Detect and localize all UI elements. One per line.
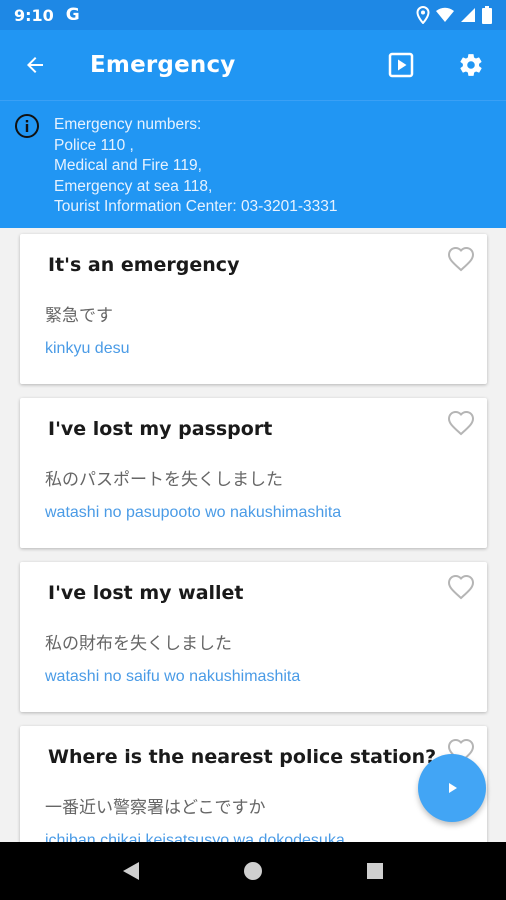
nav-recents-icon xyxy=(367,863,383,879)
heart-icon[interactable] xyxy=(447,574,475,600)
nav-back-button[interactable] xyxy=(111,851,151,891)
location-icon xyxy=(416,6,430,24)
back-button[interactable] xyxy=(0,30,70,100)
phrase-romaji: ichiban chikai keisatsusyo wa dokodesuka xyxy=(45,832,345,842)
info-line: Tourist Information Center: 03-3201-3331 xyxy=(54,198,338,215)
heart-icon[interactable] xyxy=(447,246,475,272)
app-actions xyxy=(366,30,506,100)
info-line: Emergency at sea 118, xyxy=(54,177,213,195)
play-fab-button[interactable] xyxy=(418,754,486,822)
info-line: Police 110 , xyxy=(54,136,134,154)
signal-icon xyxy=(460,7,476,23)
info-line: Emergency numbers: xyxy=(54,116,202,133)
nav-home-button[interactable] xyxy=(233,851,273,891)
phrase-romaji: watashi no saifu wo nakushimashita xyxy=(45,668,301,685)
info-icon xyxy=(15,114,39,138)
play-icon xyxy=(449,783,457,793)
phrase-japanese: 緊急です xyxy=(45,306,113,326)
phrase-list[interactable]: It's an emergency 緊急です kinkyu desu I've … xyxy=(0,228,506,842)
phrase-english: It's an emergency xyxy=(48,254,240,276)
play-box-icon xyxy=(388,52,414,78)
settings-button[interactable] xyxy=(436,30,506,100)
emergency-info-banner: Emergency numbers: Police 110 , Medical … xyxy=(0,100,506,228)
wifi-icon xyxy=(436,7,454,23)
status-time: 9:10 xyxy=(14,5,54,25)
slideshow-button[interactable] xyxy=(366,30,436,100)
nav-home-icon xyxy=(244,862,262,880)
phrase-romaji: kinkyu desu xyxy=(45,340,130,357)
gear-icon xyxy=(460,54,482,76)
status-bar: 9:10 G xyxy=(0,0,506,30)
phrase-card[interactable]: I've lost my wallet 私の財布を失くしました watashi … xyxy=(20,562,487,712)
heart-icon[interactable] xyxy=(447,410,475,436)
battery-icon xyxy=(482,6,492,24)
emergency-numbers-text: Emergency numbers: Police 110 , Medical … xyxy=(54,115,337,218)
phrase-romaji: watashi no pasupooto wo nakushimashita xyxy=(45,504,342,521)
phrase-japanese: 私の財布を失くしました xyxy=(45,634,232,654)
phrase-japanese: 一番近い警察署はどこですか xyxy=(45,798,266,818)
phrase-card[interactable]: Where is the nearest police station? 一番近… xyxy=(20,726,487,842)
page-title: Emergency xyxy=(90,52,236,78)
phrase-card[interactable]: I've lost my passport 私のパスポートを失くしました wat… xyxy=(20,398,487,548)
back-arrow-icon xyxy=(27,57,43,73)
nav-back-icon xyxy=(123,862,139,880)
phrase-english: Where is the nearest police station? xyxy=(48,746,437,768)
system-nav-bar xyxy=(0,842,506,900)
info-line: Medical and Fire 119, xyxy=(54,157,202,174)
app-bar: Emergency xyxy=(0,30,506,100)
google-icon: G xyxy=(65,5,80,25)
phrase-english: I've lost my passport xyxy=(48,418,273,440)
phrase-japanese: 私のパスポートを失くしました xyxy=(45,470,283,490)
nav-recents-button[interactable] xyxy=(355,851,395,891)
phrase-card[interactable]: It's an emergency 緊急です kinkyu desu xyxy=(20,234,487,384)
status-icons xyxy=(416,6,492,24)
phrase-english: I've lost my wallet xyxy=(48,582,244,604)
